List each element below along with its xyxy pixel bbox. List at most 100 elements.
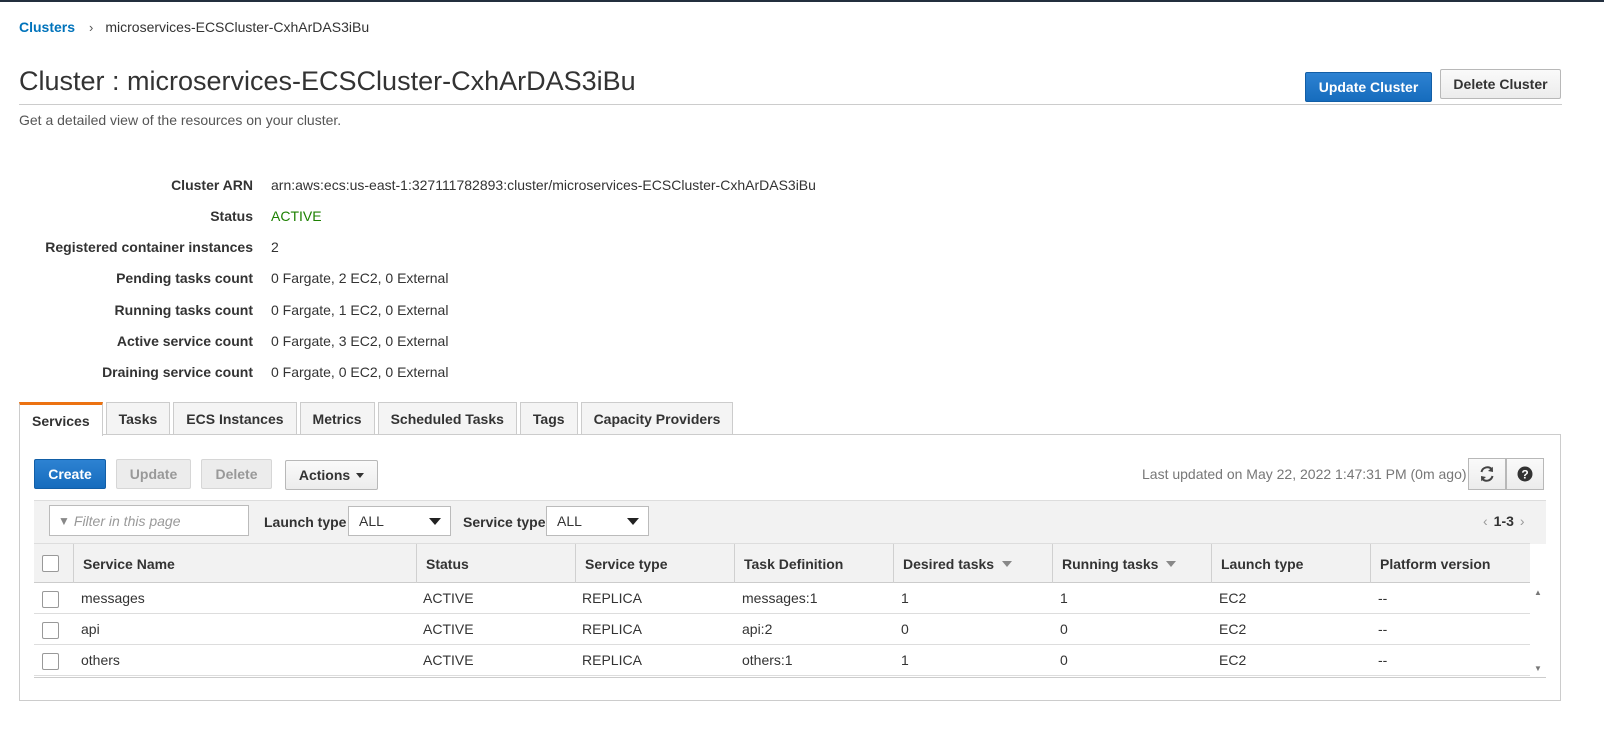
title-divider	[19, 104, 1562, 105]
table-row[interactable]: messages ACTIVE REPLICA messages:1 1 1 E…	[34, 583, 1530, 614]
detail-value: 0 Fargate, 3 EC2, 0 External	[271, 333, 449, 349]
launch-type-cell: EC2	[1219, 621, 1247, 637]
refresh-icon	[1480, 466, 1494, 482]
platform-version-cell: --	[1378, 652, 1388, 668]
caret-down-icon	[356, 472, 365, 478]
column-launch-type[interactable]: Launch type	[1211, 544, 1370, 583]
filter-search-input[interactable]: ▼ Filter in this page	[49, 505, 249, 536]
running-tasks-cell: 1	[1060, 590, 1068, 606]
tab-tags[interactable]: Tags	[519, 402, 578, 434]
desired-tasks-cell: 0	[901, 621, 909, 637]
platform-version-cell: --	[1378, 590, 1388, 606]
svg-text:?: ?	[1521, 468, 1528, 482]
status-cell: ACTIVE	[423, 652, 474, 668]
last-updated-text: Last updated on May 22, 2022 1:47:31 PM …	[1142, 466, 1467, 482]
column-label: Running tasks	[1062, 555, 1159, 572]
create-button[interactable]: Create	[34, 459, 106, 489]
launch-type-cell: EC2	[1219, 590, 1247, 606]
breadcrumb: Clusters › microservices-ECSCluster-CxhA…	[19, 19, 369, 35]
column-label: Task Definition	[744, 555, 844, 572]
delete-cluster-button[interactable]: Delete Cluster	[1440, 69, 1561, 99]
column-label: Platform version	[1380, 555, 1491, 572]
column-status[interactable]: Status	[416, 544, 575, 583]
detail-value: 0 Fargate, 2 EC2, 0 External	[271, 270, 449, 286]
row-checkbox[interactable]	[42, 622, 59, 639]
task-definition-link[interactable]: api:2	[742, 614, 772, 644]
column-running-tasks[interactable]: Running tasks	[1052, 544, 1211, 583]
service-name-link[interactable]: others	[81, 645, 120, 675]
task-definition-link[interactable]: others:1	[742, 645, 793, 675]
cluster-tabs: Services Tasks ECS Instances Metrics Sch…	[19, 402, 736, 436]
sort-caret-icon	[1166, 560, 1177, 567]
launch-type-cell: EC2	[1219, 652, 1247, 668]
service-type-select[interactable]: ALL	[546, 506, 649, 536]
table-header: Service Name Status Service type Task De…	[34, 543, 1530, 583]
service-type-cell: REPLICA	[582, 590, 642, 606]
table-bottom-divider	[34, 677, 1546, 678]
actions-dropdown[interactable]: Actions	[285, 460, 378, 490]
detail-label: Running tasks count	[114, 302, 253, 318]
service-name-link[interactable]: messages	[81, 583, 145, 613]
service-name-link[interactable]: api	[81, 614, 100, 644]
column-desired-tasks[interactable]: Desired tasks	[893, 544, 1052, 583]
breadcrumb-current: microservices-ECSCluster-CxhArDAS3iBu	[105, 19, 370, 35]
launch-type-value: ALL	[359, 513, 384, 529]
column-label: Desired tasks	[903, 555, 995, 572]
tab-tasks[interactable]: Tasks	[105, 402, 171, 434]
row-checkbox[interactable]	[42, 591, 59, 608]
detail-label: Status	[210, 208, 253, 224]
tab-services[interactable]: Services	[19, 402, 103, 436]
column-platform-version[interactable]: Platform version	[1370, 544, 1530, 583]
breadcrumb-clusters-link[interactable]: Clusters	[19, 19, 75, 35]
update-cluster-button[interactable]: Update Cluster	[1305, 72, 1432, 102]
service-type-label: Service type	[463, 514, 546, 530]
sort-caret-icon	[1002, 560, 1013, 567]
chevron-right-icon: ›	[89, 19, 94, 35]
update-button[interactable]: Update	[116, 459, 191, 489]
service-type-cell: REPLICA	[582, 621, 642, 637]
delete-button[interactable]: Delete	[201, 459, 272, 489]
status-value: ACTIVE	[271, 208, 322, 224]
detail-value: 2	[271, 239, 279, 255]
help-icon: ?	[1517, 466, 1533, 482]
page-subtitle: Get a detailed view of the resources on …	[19, 112, 342, 128]
column-label: Service type	[585, 555, 668, 572]
desired-tasks-cell: 1	[901, 652, 909, 668]
filter-bar	[34, 500, 1546, 544]
column-service-name[interactable]: Service Name	[73, 544, 416, 583]
table-row[interactable]: others ACTIVE REPLICA others:1 1 0 EC2 -…	[34, 645, 1530, 676]
help-button[interactable]: ?	[1506, 458, 1544, 490]
tab-metrics[interactable]: Metrics	[299, 402, 375, 434]
column-service-type[interactable]: Service type	[575, 544, 734, 583]
select-all-checkbox[interactable]	[42, 555, 59, 572]
page-range: 1-3	[1493, 513, 1514, 529]
detail-value: arn:aws:ecs:us-east-1:327111782893:clust…	[271, 177, 816, 193]
column-task-definition[interactable]: Task Definition	[734, 544, 893, 583]
detail-label: Draining service count	[102, 364, 253, 380]
table-row[interactable]: api ACTIVE REPLICA api:2 0 0 EC2 --	[34, 614, 1530, 645]
row-checkbox[interactable]	[42, 653, 59, 670]
top-border	[0, 0, 1604, 2]
running-tasks-cell: 0	[1060, 652, 1068, 668]
detail-label: Registered container instances	[45, 239, 253, 255]
chevron-left-icon[interactable]: ‹	[1483, 513, 1488, 529]
detail-label: Cluster ARN	[171, 177, 253, 193]
detail-label: Pending tasks count	[116, 270, 253, 286]
desired-tasks-cell: 1	[901, 590, 909, 606]
refresh-button[interactable]	[1468, 458, 1506, 490]
scroll-down-icon[interactable]: ▼	[1530, 662, 1546, 674]
task-definition-link[interactable]: messages:1	[742, 583, 817, 613]
scroll-up-icon[interactable]: ▲	[1530, 586, 1546, 598]
launch-type-select[interactable]: ALL	[348, 506, 451, 536]
tab-ecs-instances[interactable]: ECS Instances	[173, 402, 297, 434]
column-label: Launch type	[1221, 555, 1304, 572]
tab-capacity-providers[interactable]: Capacity Providers	[580, 402, 734, 434]
platform-version-cell: --	[1378, 621, 1388, 637]
caret-down-icon	[627, 518, 639, 525]
detail-label: Active service count	[116, 333, 253, 349]
filter-placeholder: Filter in this page	[73, 512, 181, 529]
tab-scheduled-tasks[interactable]: Scheduled Tasks	[377, 402, 517, 434]
actions-label: Actions	[298, 467, 351, 483]
chevron-right-icon[interactable]: ›	[1520, 513, 1525, 529]
column-label: Service Name	[83, 555, 175, 572]
